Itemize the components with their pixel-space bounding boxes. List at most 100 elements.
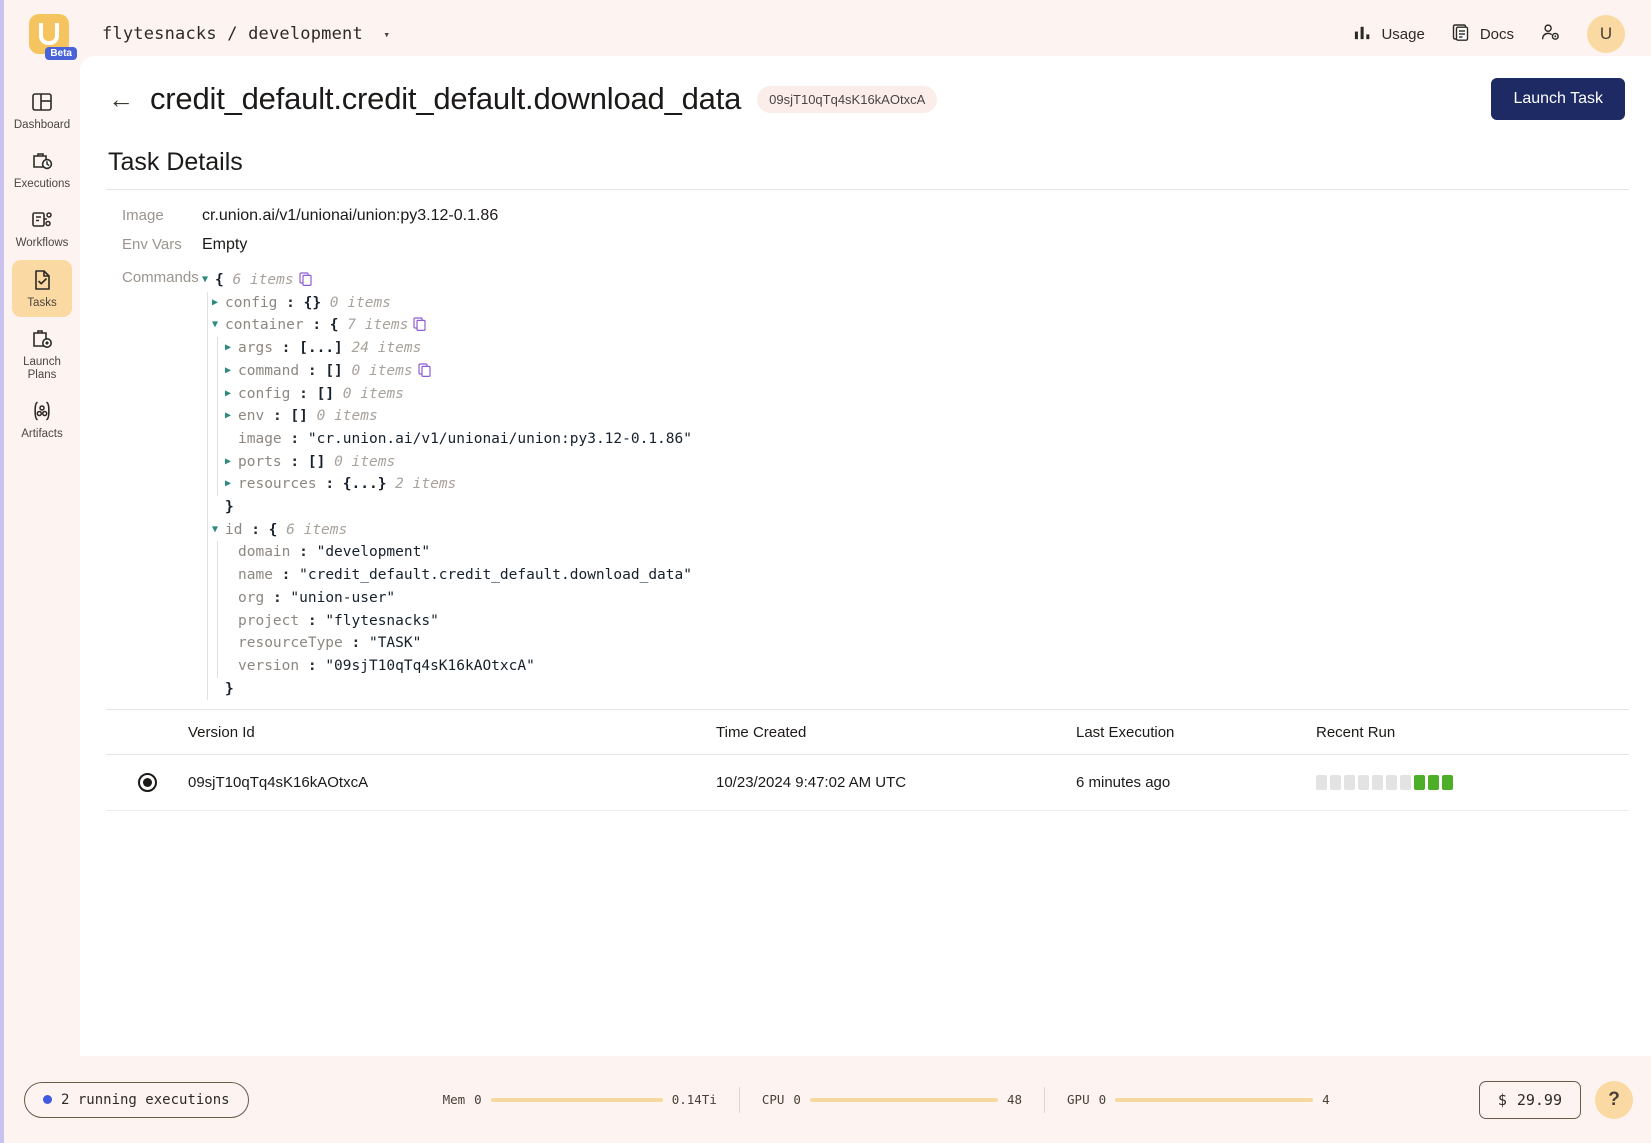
main-panel: ← credit_default.credit_default.download… — [80, 56, 1651, 1056]
caret-right-icon[interactable] — [225, 405, 238, 428]
cpu-bar — [810, 1098, 998, 1102]
tree-node-name: name : "credit_default.credit_default.do… — [225, 564, 692, 587]
union-logo-icon: Beta — [29, 14, 69, 54]
task-details-list: Image cr.union.ai/v1/unionai/union:py3.1… — [80, 190, 1651, 703]
sidebar-item-artifacts[interactable]: Artifacts — [12, 391, 72, 448]
sidebar-label-dashboard: Dashboard — [14, 119, 70, 132]
sidebar-nav: Dashboard Executions Workflows Tasks Lau… — [4, 68, 80, 1143]
tree-node-resourcetype: resourceType : "TASK" — [225, 632, 692, 655]
caret-right-icon[interactable] — [225, 473, 238, 496]
beta-badge: Beta — [45, 47, 77, 60]
tree-colon: : — [282, 564, 291, 587]
cpu-max: 48 — [1007, 1092, 1022, 1107]
sidebar-item-tasks[interactable]: Tasks — [12, 260, 72, 317]
caret-right-icon[interactable] — [225, 337, 238, 360]
logo-u-shape — [39, 23, 59, 45]
tasks-icon — [30, 268, 54, 292]
tree-colon: : — [308, 610, 317, 633]
cell-recent-run — [1316, 775, 1629, 790]
tree-value-name: "credit_default.credit_default.download_… — [299, 564, 692, 587]
sidebar-item-executions[interactable]: Executions — [12, 141, 72, 198]
run-square-ok[interactable] — [1428, 775, 1439, 790]
caret-right-icon[interactable] — [225, 451, 238, 474]
tree-node-config[interactable]: config : {} 0 items — [212, 292, 692, 315]
back-arrow-icon[interactable]: ← — [108, 86, 134, 112]
caret-right-icon[interactable] — [212, 292, 225, 315]
tree-node-container[interactable]: container : { 7 items — [212, 314, 692, 337]
avatar[interactable]: U — [1587, 15, 1625, 53]
tree-level-1: config : {} 0 items container : { 7 item… — [207, 292, 692, 701]
tree-key-project: project — [238, 610, 299, 633]
tree-colon: : — [282, 337, 291, 360]
page-header: ← credit_default.credit_default.download… — [80, 56, 1651, 120]
tree-node-container-config[interactable]: config : [] 0 items — [225, 383, 692, 406]
sidebar-item-dashboard[interactable]: Dashboard — [12, 82, 72, 139]
caret-right-icon[interactable] — [225, 383, 238, 406]
running-executions-label: 2 running executions — [61, 1092, 230, 1108]
copy-icon[interactable] — [413, 316, 427, 330]
dashboard-icon — [30, 90, 54, 114]
sidebar-item-workflows[interactable]: Workflows — [12, 200, 72, 257]
tree-root-count: 6 items — [232, 269, 293, 292]
run-square-idle[interactable] — [1386, 775, 1397, 790]
run-square-idle[interactable] — [1330, 775, 1341, 790]
tree-node-command[interactable]: command : [] 0 items — [225, 360, 692, 383]
run-square-idle[interactable] — [1372, 775, 1383, 790]
breadcrumb[interactable]: flytesnacks / development ▾ — [102, 24, 390, 44]
copy-icon[interactable] — [418, 362, 432, 376]
run-square-ok[interactable] — [1442, 775, 1453, 790]
tree-node-ports[interactable]: ports : [] 0 items — [225, 451, 692, 474]
usage-button[interactable]: Usage — [1353, 23, 1424, 46]
gpu-max: 4 — [1322, 1092, 1330, 1107]
tree-count-command: 0 items — [352, 360, 413, 383]
cost-value: 29.99 — [1517, 1091, 1562, 1109]
run-square-idle[interactable] — [1344, 775, 1355, 790]
run-square-ok[interactable] — [1414, 775, 1425, 790]
page-title: credit_default.credit_default.download_d… — [150, 81, 741, 117]
tree-key-container: container — [225, 314, 304, 337]
caret-right-icon[interactable] — [225, 360, 238, 383]
versions-table: Version Id Time Created Last Execution R… — [106, 709, 1629, 811]
tree-colon: : — [251, 519, 260, 542]
usage-label: Usage — [1381, 26, 1424, 43]
detail-label-commands: Commands — [80, 269, 202, 700]
tree-node-resources[interactable]: resources : {...} 2 items — [225, 473, 692, 496]
run-square-idle[interactable] — [1358, 775, 1369, 790]
tree-brace-env: [] — [290, 405, 307, 428]
run-square-idle[interactable] — [1400, 775, 1411, 790]
radio-selected-icon[interactable] — [138, 773, 157, 792]
sidebar-item-launch-plans[interactable]: Launch Plans — [12, 319, 72, 389]
cell-version-id: 09sjT10qTq4sK16kAOtxcA — [188, 774, 716, 791]
resource-meters: Mem 0 0.14Ti CPU 0 48 GPU 0 4 — [421, 1087, 1352, 1113]
help-button[interactable]: ? — [1595, 1081, 1633, 1119]
launch-task-button[interactable]: Launch Task — [1491, 78, 1625, 120]
section-title-task-details: Task Details — [80, 120, 1651, 189]
mem-label: Mem — [443, 1092, 466, 1107]
tree-brace-resources: {...} — [343, 473, 387, 496]
row-select-cell[interactable] — [106, 773, 188, 792]
copy-icon[interactable] — [299, 271, 313, 285]
cost-button[interactable]: $ 29.99 — [1479, 1081, 1581, 1119]
user-settings-button[interactable] — [1540, 22, 1561, 47]
tree-key-env: env — [238, 405, 264, 428]
user-gear-icon — [1540, 22, 1561, 47]
run-square-idle[interactable] — [1316, 775, 1327, 790]
chevron-down-icon[interactable]: ▾ — [383, 28, 390, 41]
tree-node-project: project : "flytesnacks" — [225, 610, 692, 633]
tree-colon: : — [325, 473, 334, 496]
detail-value-envvars: Empty — [202, 236, 247, 254]
tree-count-config: 0 items — [330, 292, 391, 315]
tree-node-env[interactable]: env : [] 0 items — [225, 405, 692, 428]
table-row[interactable]: 09sjT10qTq4sK16kAOtxcA 10/23/2024 9:47:0… — [106, 755, 1629, 811]
caret-down-icon[interactable] — [212, 519, 225, 542]
docs-button[interactable]: Docs — [1451, 22, 1514, 46]
caret-down-icon[interactable] — [212, 314, 225, 337]
running-executions-chip[interactable]: 2 running executions — [24, 1082, 249, 1118]
caret-down-icon[interactable] — [202, 269, 215, 292]
tree-node-args[interactable]: args : [...] 24 items — [225, 337, 692, 360]
tree-value-image: "cr.union.ai/v1/unionai/union:py3.12-0.1… — [308, 428, 692, 451]
app-logo[interactable]: Beta — [18, 14, 80, 54]
dollar-icon: $ — [1498, 1091, 1507, 1109]
tree-node-id[interactable]: id : { 6 items — [212, 519, 692, 542]
tree-node-root[interactable]: { 6 items — [202, 269, 692, 292]
